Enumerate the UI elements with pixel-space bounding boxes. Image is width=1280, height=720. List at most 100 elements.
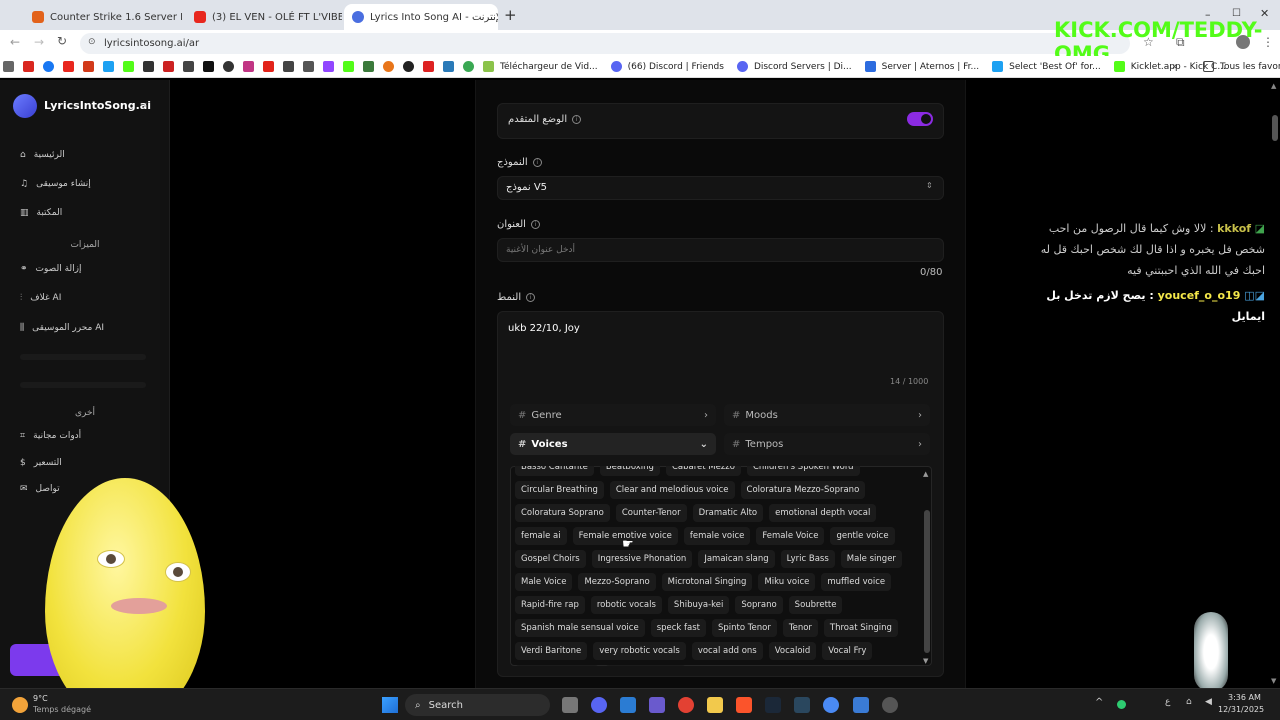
voice-chip[interactable]: Microtonal Singing (661, 573, 753, 591)
collapse-sidebar-icon[interactable]: ‹ (143, 98, 147, 111)
bookmark-aternos[interactable]: Server | Aternos | Fr... (862, 61, 979, 72)
bookmark-icon[interactable] (363, 61, 374, 72)
info-icon[interactable]: i (526, 293, 536, 302)
bookmark-icon[interactable] (83, 61, 94, 72)
voice-chip[interactable]: Female Voice (756, 527, 825, 545)
youtube-icon[interactable] (63, 61, 74, 72)
bookmark-icon[interactable] (303, 61, 314, 72)
voice-chip[interactable]: gentle voice (830, 527, 895, 545)
sidebar-item-pricing[interactable]: $ التسعير (20, 458, 62, 468)
voice-chip[interactable]: Shibuya-kei (667, 596, 730, 614)
voice-chip[interactable]: Vocaloid (768, 642, 817, 660)
chrome-icon[interactable] (678, 697, 694, 713)
windows-start-icon[interactable] (382, 697, 398, 713)
kick-icon[interactable] (123, 61, 134, 72)
bookmark-downloader[interactable]: Téléchargeur de Vid... (480, 61, 598, 72)
bookmark-icon[interactable] (183, 61, 194, 72)
voice-chip[interactable]: Male Voice (515, 573, 573, 591)
voice-chip[interactable]: Spinto Tenor (712, 619, 777, 637)
voice-chip[interactable]: Basso Cantante (515, 466, 594, 476)
bookmark-icon[interactable] (423, 61, 434, 72)
sidebar-item-home[interactable]: ⌂ الرئيسية (20, 150, 65, 160)
forward-icon[interactable]: → (34, 35, 44, 49)
outlook-icon[interactable] (620, 697, 636, 713)
kick-icon[interactable] (343, 61, 354, 72)
tab-lyrics-into-song[interactable]: Lyrics Into Song AI - غير الإنترنت ✕ (344, 4, 498, 30)
scroll-down-icon[interactable]: ▼ (1271, 677, 1276, 685)
category-tempos[interactable]: # Tempos › (724, 433, 930, 455)
category-moods[interactable]: # Moods › (724, 404, 930, 426)
scroll-up-icon[interactable]: ▲ (923, 470, 928, 478)
sidebar-item-contact[interactable]: ✉ تواصل (20, 484, 60, 494)
all-bookmarks[interactable]: Tous les favoris (1200, 61, 1280, 72)
voice-chip[interactable]: Rapid-fire rap (515, 596, 585, 614)
clock-date[interactable]: 12/31/2025 (1218, 705, 1264, 714)
voice-chip[interactable]: Gospel Choirs (515, 550, 586, 568)
voice-chip[interactable]: Jamaican slang (698, 550, 775, 568)
voices-scroll-area[interactable]: Basso Cantante Beatboxing Cabaret Mezzo Chi… (512, 466, 914, 666)
page-scrollbar[interactable] (1272, 115, 1278, 141)
voice-chip[interactable]: speck fast (650, 619, 707, 637)
scroll-up-icon[interactable]: ▲ (1271, 82, 1276, 90)
voice-chip[interactable]: Beatboxing (599, 466, 660, 476)
voice-chip[interactable]: Miku voice (758, 573, 816, 591)
taskbar-search[interactable]: ⌕ Search (405, 694, 550, 716)
clock-time[interactable]: 3:36 AM (1228, 693, 1261, 702)
copilot-icon[interactable] (649, 697, 665, 713)
bookmark-icon[interactable] (103, 61, 114, 72)
instagram-icon[interactable] (243, 61, 254, 72)
voice-chip[interactable]: very robotic vocals (593, 642, 686, 660)
voice-chip[interactable]: Coloratura Mezzo-Soprano (740, 481, 866, 499)
bookmark-best-of[interactable]: Select 'Best Of' for... (989, 61, 1101, 72)
bookmark-icon[interactable] (403, 61, 414, 72)
sidebar-item-create-music[interactable]: ♫ إنشاء موسيقى (20, 179, 91, 189)
voice-chip[interactable]: Tenor (782, 619, 818, 637)
tab-counter-strike[interactable]: Counter Strike 1.6 Server List | G ✕ (24, 4, 182, 30)
bookmark-discord-servers[interactable]: Discord Servers | Di... (734, 61, 852, 72)
voice-chip[interactable]: female ai (515, 527, 567, 545)
sidebar-item-library[interactable]: ▥ المكتبة (20, 208, 62, 218)
model-select[interactable]: نموذج V5 ⇕ (497, 176, 944, 200)
bookmark-icon[interactable] (443, 61, 454, 72)
address-bar[interactable]: ⊙ lyricsintosong.ai/ar (80, 33, 1130, 54)
sidebar-item-vocal-remover[interactable]: ⚭ إزالة الصوت (20, 264, 82, 274)
voice-chip[interactable]: Male singer (840, 550, 902, 568)
facebook-icon[interactable] (43, 61, 54, 72)
voice-chip[interactable]: Counter-Tenor (615, 504, 687, 522)
chrome-icon[interactable] (823, 697, 839, 713)
voice-chip[interactable]: robotic vocals (590, 596, 662, 614)
bookmark-icon[interactable] (263, 61, 274, 72)
tray-overflow-icon[interactable]: ^ (1095, 697, 1103, 708)
sidebar-item-ai-cover[interactable]: ⫶ غلاف AI (20, 293, 61, 303)
steam-icon[interactable] (765, 697, 781, 713)
bookmark-icon[interactable] (143, 61, 154, 72)
sidebar-item-ai-music-editor[interactable]: ⫼ محرر الموسيقى AI (20, 323, 104, 333)
voice-chip[interactable]: Lyric Bass (780, 550, 835, 568)
bookmark-discord-friends[interactable]: (66) Discord | Friends (608, 61, 724, 72)
steam-icon[interactable] (794, 697, 810, 713)
bookmark-icon[interactable] (283, 61, 294, 72)
back-icon[interactable]: ← (10, 35, 20, 49)
sidebar-item-free-tools[interactable]: ⌗ أدوات مجانية (20, 431, 81, 441)
voice-chip[interactable]: muffled voice (821, 573, 892, 591)
weather-icon[interactable] (12, 697, 28, 713)
voice-chip[interactable]: Circular Breathing (515, 481, 604, 499)
scroll-down-icon[interactable]: ▼ (923, 657, 928, 665)
voice-chip[interactable]: Children's Spoken Word (746, 466, 860, 476)
volume-icon[interactable]: ◀ (1205, 697, 1212, 707)
info-icon[interactable]: i (530, 220, 540, 229)
voice-chip[interactable]: vocal add ons (691, 642, 763, 660)
bookmark-icon[interactable] (163, 61, 174, 72)
voice-chip[interactable]: Throat Singing (823, 619, 898, 637)
voice-chip[interactable]: Clear and melodious voice (609, 481, 735, 499)
category-genre[interactable]: # Genre › (510, 404, 716, 426)
discord-icon[interactable] (591, 697, 607, 713)
apps-icon[interactable] (3, 61, 14, 72)
voice-chip[interactable]: emotional depth vocal (769, 504, 877, 522)
info-icon[interactable]: i (532, 158, 542, 167)
app-icon[interactable] (882, 697, 898, 713)
voice-chip[interactable]: Dramatic Alto (692, 504, 764, 522)
info-icon[interactable]: i (572, 115, 582, 124)
bookmark-icon[interactable] (23, 61, 34, 72)
voice-chip[interactable]: Ingressive Phonation (591, 550, 693, 568)
